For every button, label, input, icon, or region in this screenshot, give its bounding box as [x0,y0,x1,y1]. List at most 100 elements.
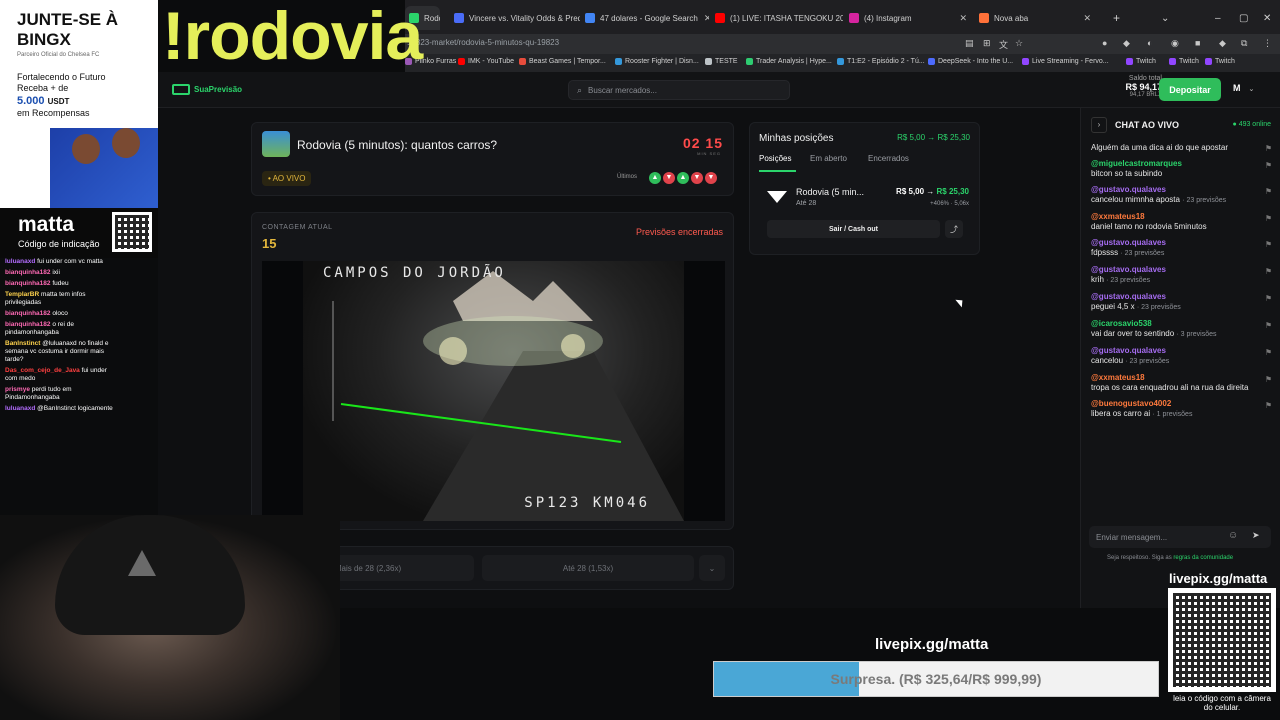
bookmark-item[interactable]: TESTE [705,58,738,65]
chat-text: bitcon so ta subindo [1091,169,1163,178]
chat-username[interactable]: @xxmateus18 [1091,373,1276,382]
bookmark-item[interactable]: Twitch [1126,58,1156,65]
browser-tab[interactable]: (1) LIVE: ITASHA TENGOKU 2025✕ [711,6,843,30]
new-tab-button[interactable]: + [1109,6,1120,30]
extension-icon[interactable]: ● [1102,38,1107,48]
bookmark-item[interactable]: T1:E2 - Episódio 2 - Tú... [837,58,925,65]
minimize-icon[interactable]: – [1211,6,1221,30]
address-bar[interactable]: 19823-market/rodovia-5-minutos-qu-19823 … [405,34,1280,54]
tab-favicon-icon [849,13,859,23]
emoji-icon[interactable]: ☺ [1228,530,1238,541]
twitch-chat-line: BanInstinct @luluanaxd no finald e seman… [5,340,120,364]
close-window-icon[interactable]: ✕ [1259,6,1271,30]
bookmark-item[interactable]: DeepSeek - Into the U... [928,58,1013,65]
report-flag-icon[interactable]: ⚑ [1265,214,1272,223]
chat-username[interactable]: @gustavo.qualaves [1091,238,1276,247]
result-up-icon: ▲ [649,172,661,184]
prediction-count: · 23 previsões [1125,358,1170,365]
extension-icon[interactable]: ◐ [1147,38,1152,48]
bet-under-button[interactable]: Até 28 (1,53x) [482,555,694,581]
report-flag-icon[interactable]: ⚑ [1265,321,1272,330]
chat-username[interactable]: @xxmateus18 [1091,212,1276,221]
reader-icon[interactable]: ▤ [965,38,974,49]
tab-closed[interactable]: Encerrados [868,154,909,163]
deposit-button[interactable]: Depositar [1159,78,1221,101]
bookmark-item[interactable]: Twitch [1205,58,1235,65]
bookmark-icon [1126,58,1133,65]
report-flag-icon[interactable]: ⚑ [1265,240,1272,249]
maximize-icon[interactable]: ▢ [1235,6,1248,30]
community-rules-link[interactable]: regras da comunidade [1173,555,1233,561]
screenshot-icon[interactable]: ⊞ [983,38,991,49]
twitch-username: bianquinha182 [5,310,51,317]
browser-tab[interactable]: Vincere vs. Vitality Odds & Pred✕ [450,6,580,30]
chat-username[interactable]: @icarosavio538 [1091,319,1276,328]
bookmark-star-icon[interactable]: ☆ [1015,38,1023,49]
chat-text: Alguém da uma dica ai do que apostar [1091,143,1228,152]
extension-icon[interactable]: ◆ [1219,38,1226,49]
report-flag-icon[interactable]: ⚑ [1265,294,1272,303]
bookmark-item[interactable]: Live Streaming - Fervo... [1022,58,1109,65]
chat-message-input[interactable]: Enviar mensagem... [1089,526,1271,548]
chat-text: vai dar over to sentindo · 3 previsões [1091,329,1217,338]
collapse-chat-button[interactable]: › [1091,117,1107,133]
menu-icon[interactable]: ⋮ [1263,38,1272,49]
ad-players-image [50,128,158,208]
close-tab-icon[interactable]: ✕ [953,13,973,24]
logo[interactable]: SuaPrevisão [172,84,242,95]
extensions-puzzle-icon[interactable]: ⧉ [1241,38,1247,49]
chat-username[interactable]: @gustavo.qualaves [1091,346,1276,355]
camera-card: CONTAGEM ATUAL 15 Previsões encerradas C… [251,212,734,530]
position-item[interactable]: Rodovia (5 min... Até 28 R$ 5,00 → R$ 25… [759,183,971,217]
extension-icon[interactable]: ◆ [1123,38,1130,49]
twitch-chat-line: luluanaxd fui under com vc matta [5,258,120,266]
down-arrow-icon [767,191,787,203]
report-flag-icon[interactable]: ⚑ [1265,348,1272,357]
twitch-chat-line: prismye perdi tudo em Pindamonhangaba [5,386,120,402]
bookmark-item[interactable]: Beast Games | Tempor... [519,58,606,65]
report-flag-icon[interactable]: ⚑ [1265,401,1272,410]
chevron-down-icon: ⌄ [1248,86,1255,93]
browser-tab[interactable]: Nova aba ✕ [975,6,1097,30]
position-name: Rodovia (5 min... [796,187,865,197]
browser-tab[interactable]: (4) Instagram ✕ [845,6,973,30]
chat-username[interactable]: @buenogustavo4002 [1091,399,1276,408]
chat-username[interactable]: @gustavo.qualaves [1091,185,1276,194]
user-menu[interactable]: M ⌄ [1233,83,1254,93]
report-flag-icon[interactable]: ⚑ [1265,144,1272,153]
bookmark-item[interactable]: Rooster Fighter | Disn... [615,58,699,65]
share-icon[interactable]: ⤴ [945,220,963,238]
send-icon[interactable]: ➤ [1252,530,1260,541]
bookmark-item[interactable]: Trader Analysis | Hype... [746,58,832,65]
tab-open[interactable]: Em aberto [810,154,847,163]
bookmark-item[interactable]: Twitch [1169,58,1199,65]
report-flag-icon[interactable]: ⚑ [1265,375,1272,384]
tab-positions[interactable]: Posições [759,154,791,163]
browser-tab[interactable]: 47 dolares - Google Search ✕ [581,6,709,30]
chat-username[interactable]: @gustavo.qualaves [1091,265,1276,274]
extension-icon[interactable]: ■ [1195,38,1200,48]
close-tab-icon[interactable]: ✕ [698,13,709,24]
camera-video[interactable]: CAMPOS DO JORDÃO SP123 KM046 [262,261,725,521]
prediction-count: · 1 previsões [1152,411,1193,418]
search-input[interactable]: ⌕ Buscar mercados... [568,80,790,100]
report-flag-icon[interactable]: ⚑ [1265,187,1272,196]
chat-text: cancelou mimnha aposta · 23 previsões [1091,195,1227,204]
chat-username[interactable]: @miguelcastromarques [1091,159,1276,168]
chevron-down-icon[interactable]: ⌄ [699,555,725,581]
chevron-down-icon[interactable]: ⌄ [1157,6,1169,30]
chat-username[interactable]: @gustavo.qualaves [1091,292,1276,301]
url-text[interactable]: 19823-market/rodovia-5-minutos-qu-19823 [407,38,559,47]
position-value: R$ 5,00 → R$ 25,30 [896,187,969,196]
close-tab-icon[interactable]: ✕ [1077,13,1097,24]
cashout-button[interactable]: Sair / Cash out [767,220,940,238]
translate-icon[interactable]: 文 [999,38,1008,51]
bookmark-item[interactable]: IMK - YouTube [458,58,514,65]
chat-messages: Alguém da uma dica ai do que apostar ⚑ @mi… [1091,142,1276,426]
report-flag-icon[interactable]: ⚑ [1265,267,1272,276]
extension-icon[interactable]: ◉ [1171,38,1179,49]
twitch-message: fui under com vc matta [37,258,103,265]
chat-text: cancelou · 23 previsões [1091,356,1170,365]
streamer-webcam [0,515,340,720]
report-flag-icon[interactable]: ⚑ [1265,161,1272,170]
